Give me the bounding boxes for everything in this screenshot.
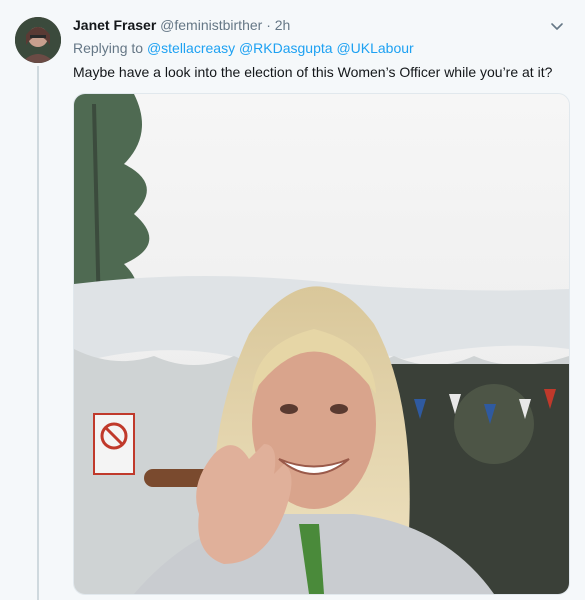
separator-dot: · (266, 17, 271, 33)
timestamp[interactable]: 2h (275, 17, 291, 33)
thread-line (37, 66, 39, 600)
mention-link[interactable]: @UKLabour (336, 40, 413, 56)
author-handle[interactable]: @feministbirther (160, 17, 262, 33)
replying-to: Replying to @stellacreasy @RKDasgupta @U… (73, 40, 414, 56)
chevron-down-icon[interactable] (549, 18, 565, 34)
tweet-photo[interactable] (73, 93, 570, 595)
tweet[interactable]: Janet Fraser @feministbirther · 2h Reply… (0, 0, 585, 600)
mention-link[interactable]: @RKDasgupta (239, 40, 333, 56)
avatar[interactable] (15, 17, 61, 63)
photo-illustration (74, 94, 569, 594)
tweet-text: Maybe have a look into the election of t… (73, 64, 553, 80)
mention-link[interactable]: @stellacreasy (147, 40, 235, 56)
author-name[interactable]: Janet Fraser (73, 17, 156, 33)
tweet-header: Janet Fraser @feministbirther · 2h (73, 17, 290, 33)
replying-prefix: Replying to (73, 40, 144, 56)
